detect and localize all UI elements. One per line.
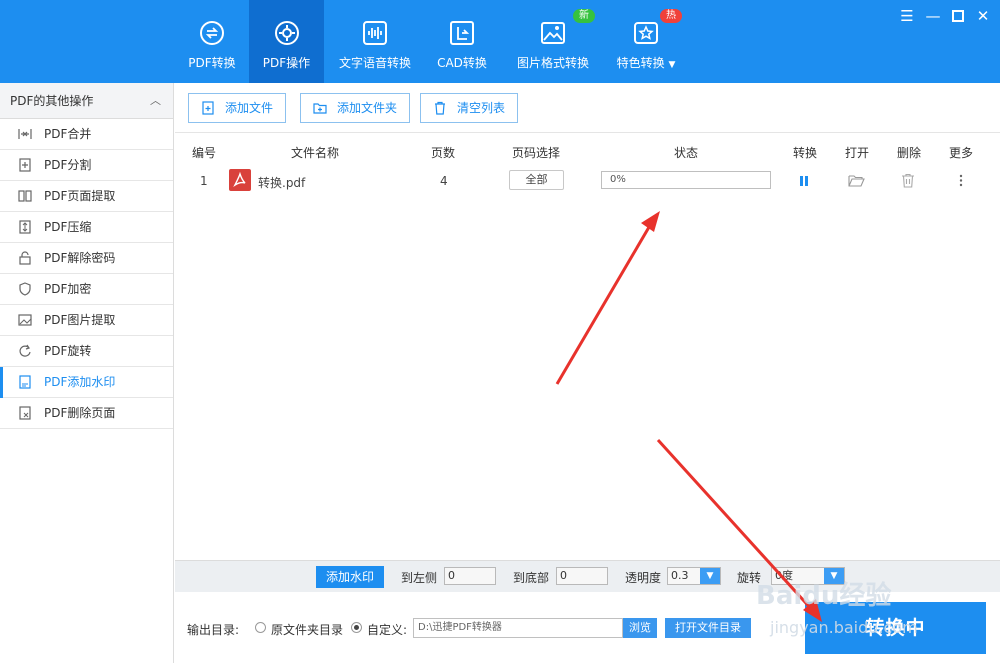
arrow-to-progress — [555, 211, 660, 385]
baidu-watermark-url: jingyan.baidu.com — [770, 618, 918, 637]
annotation-arrows — [555, 211, 822, 622]
baidu-watermark-logo: Baidu经验 — [756, 581, 892, 611]
